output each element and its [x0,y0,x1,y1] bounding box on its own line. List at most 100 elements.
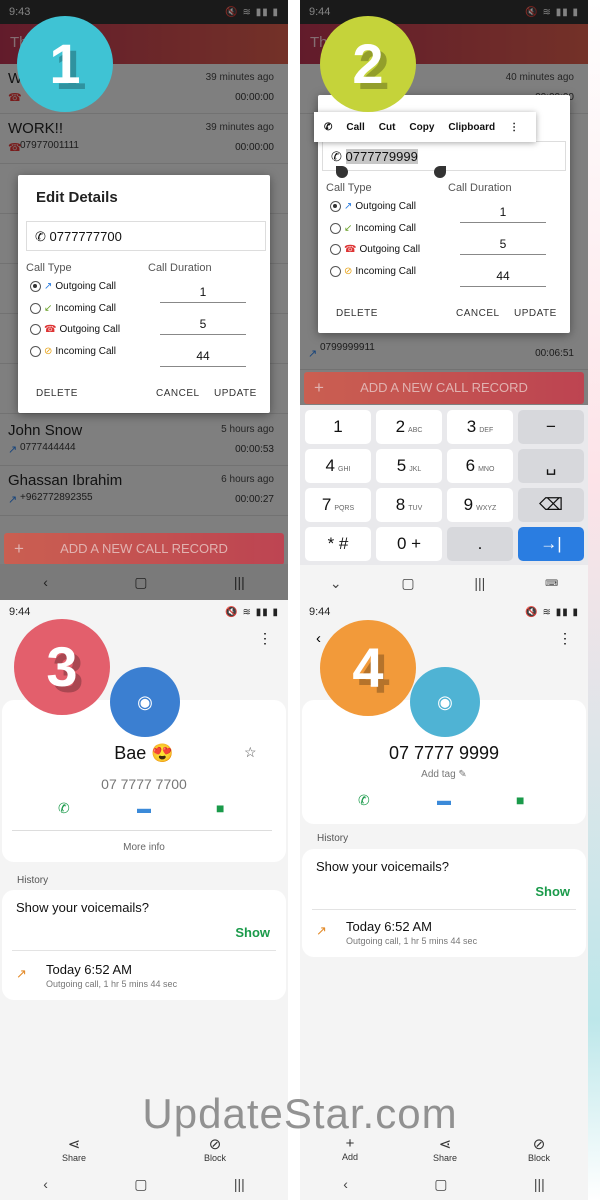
home-icon[interactable]: ▢ [134,574,147,591]
back-icon[interactable]: ‹ [43,574,48,590]
key-1[interactable]: 2 ABC [376,410,442,444]
share-label: Share [61,1153,87,1163]
call-icon[interactable]: ✆ [358,792,370,809]
show-voicemail-button[interactable]: Show [235,925,270,940]
step-badge: 4 [320,620,416,716]
key-6[interactable]: 6 MNO [447,449,513,483]
cancel-button[interactable]: CANCEL [156,388,200,399]
radio-rejected[interactable]: ⊘ Incoming Call [330,262,416,280]
selection-handle-right[interactable] [434,166,446,178]
more-vert-icon[interactable]: ⋮ [509,122,519,133]
recents-icon[interactable]: ||| [234,1176,245,1192]
home-icon[interactable]: ▢ [401,575,414,592]
watermark: UpdateStar.com [142,1090,458,1137]
radio-incoming[interactable]: ↙ Incoming Call [30,299,116,317]
more-info-link[interactable]: More info [0,842,288,853]
key-sublabel: JKL [409,466,422,473]
back-icon[interactable]: ‹ [316,630,321,647]
add-button[interactable]: + Add [325,1135,375,1162]
incoming-arrow-icon: ↙ [344,222,353,234]
home-icon[interactable]: ▢ [434,1176,447,1193]
radio-outgoing[interactable]: ↗ Outgoing Call [330,197,416,215]
duration-seconds[interactable]: 44 [460,269,546,287]
back-icon[interactable]: ‹ [43,1176,48,1192]
share-button[interactable]: ⋖ Share [49,1135,99,1163]
key-10[interactable]: 9 WXYZ [447,488,513,522]
radio-incoming[interactable]: ↙ Incoming Call [330,219,416,237]
menu-clipboard[interactable]: Clipboard [448,122,495,133]
contact-number: 07 7777 7700 [101,776,187,792]
show-voicemail-button[interactable]: Show [535,884,570,899]
history-time: Today 6:52 AM [346,919,432,934]
key-14[interactable]: . [447,527,513,561]
camera-icon[interactable]: ◉ [110,667,180,737]
call-icon[interactable]: ✆ [58,800,70,817]
add-tag-link[interactable]: Add tag ✎ [300,769,588,780]
home-icon[interactable]: ▢ [134,1176,147,1193]
recents-icon[interactable]: ||| [474,575,485,591]
star-icon[interactable]: ☆ [244,744,257,761]
key-9[interactable]: 8 TUV [376,488,442,522]
phone-icon: ✆ [35,229,50,244]
video-icon[interactable]: ■ [516,792,524,808]
video-icon[interactable]: ■ [216,800,224,816]
key-11[interactable]: ⌫ [518,488,584,522]
duration-minutes[interactable]: 5 [160,317,246,335]
status-bar: 9:44 🔇 ≋ ▮▮ ▮ [0,600,288,624]
key-0[interactable]: 1 [305,410,371,444]
share-button[interactable]: ⋖ Share [420,1135,470,1163]
duration-hours[interactable]: 1 [460,205,546,223]
voicemail-prompt: Show your voicemails? [16,900,149,915]
key-label: − [546,417,556,436]
hide-keyboard-icon[interactable]: ⌄ [330,575,342,592]
nav-bar: ‹ ▢ ||| [0,564,288,600]
add-button-label: ADD A NEW CALL RECORD [60,541,228,556]
key-7[interactable]: ␣ [518,449,584,483]
add-call-record-button[interactable]: + ADD A NEW CALL RECORD [4,533,284,565]
radio-outgoing[interactable]: ↗ Outgoing Call [30,277,116,295]
key-5[interactable]: 5 JKL [376,449,442,483]
radio-missed[interactable]: ☎ Outgoing Call [30,320,120,338]
blocked-icon: ⊘ [44,345,53,357]
key-4[interactable]: 4 GHI [305,449,371,483]
block-button[interactable]: ⊘ Block [190,1135,240,1163]
key-15[interactable]: →| [518,527,584,561]
back-icon[interactable]: ‹ [343,1176,348,1192]
keyboard-icon[interactable]: ⌨ [545,578,558,589]
radio-rejected[interactable]: ⊘ Incoming Call [30,342,116,360]
delete-button[interactable]: DELETE [336,308,378,319]
menu-call[interactable]: Call [346,122,364,133]
duration-hours[interactable]: 1 [160,285,246,303]
radio-missed[interactable]: ☎ Outgoing Call [330,240,420,258]
key-2[interactable]: 3 DEF [447,410,513,444]
key-13[interactable]: 0 + [376,527,442,561]
duration-minutes[interactable]: 5 [460,237,546,255]
key-sublabel: MNO [478,466,495,473]
add-call-record-button[interactable]: + ADD A NEW CALL RECORD [304,372,584,404]
key-label: ⌫ [538,495,564,514]
phone-input[interactable]: ✆ 0777777700 [26,221,266,251]
key-label: 6 [465,456,476,475]
duration-seconds[interactable]: 44 [160,349,246,367]
recents-icon[interactable]: ||| [534,1176,545,1192]
menu-copy[interactable]: Copy [409,122,434,133]
cancel-button[interactable]: CANCEL [456,308,500,319]
more-vert-icon[interactable]: ⋮ [258,630,272,647]
block-button[interactable]: ⊘ Block [514,1135,564,1163]
key-label: 9 [463,495,474,514]
add-button-label: ADD A NEW CALL RECORD [360,380,528,395]
message-icon[interactable]: ▬ [437,792,451,808]
message-icon[interactable]: ▬ [137,800,151,816]
update-button[interactable]: UPDATE [514,308,557,319]
delete-button[interactable]: DELETE [36,388,78,399]
camera-icon[interactable]: ◉ [410,667,480,737]
selection-handle-left[interactable] [336,166,348,178]
key-3[interactable]: − [518,410,584,444]
status-icons: 🔇 ≋ ▮▮ ▮ [525,606,579,618]
key-12[interactable]: * # [305,527,371,561]
menu-cut[interactable]: Cut [379,122,396,133]
more-vert-icon[interactable]: ⋮ [558,630,572,647]
update-button[interactable]: UPDATE [214,388,257,399]
recents-icon[interactable]: ||| [234,574,245,590]
key-8[interactable]: 7 PQRS [305,488,371,522]
